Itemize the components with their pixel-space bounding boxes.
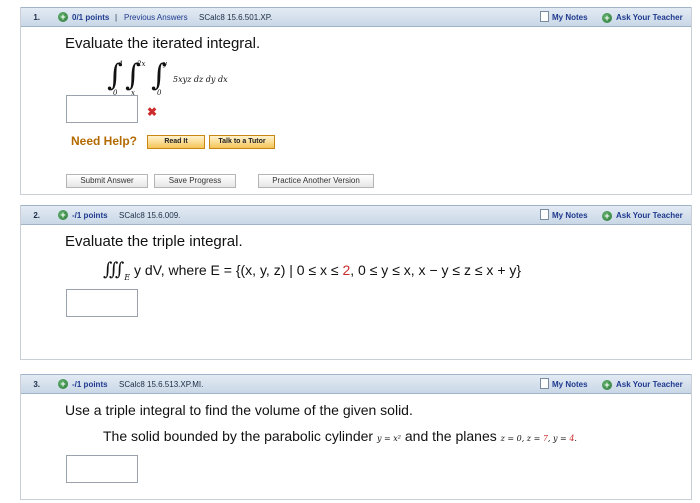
upper-limit-1: 1 bbox=[119, 60, 124, 68]
my-notes-button[interactable]: My Notes bbox=[540, 378, 588, 392]
question-prompt: Use a triple integral to find the volume… bbox=[65, 402, 413, 418]
expression-part-a: y dV, where E = {(x, y, z) | 0 ≤ x ≤ bbox=[134, 262, 343, 278]
answer-input[interactable] bbox=[66, 95, 138, 123]
expand-icon[interactable]: + bbox=[58, 379, 68, 389]
planes-end: . bbox=[574, 434, 577, 443]
separator: | bbox=[115, 13, 118, 22]
expand-icon[interactable]: + bbox=[58, 12, 68, 22]
region-subscript: E bbox=[124, 273, 131, 282]
my-notes-button[interactable]: My Notes bbox=[540, 11, 588, 25]
planes-part-b: , y = bbox=[547, 434, 570, 443]
read-it-button[interactable]: Read It bbox=[147, 135, 205, 149]
my-notes-button[interactable]: My Notes bbox=[540, 209, 588, 223]
expression-part-b: , 0 ≤ y ≤ x, x − y ≤ z ≤ x + y} bbox=[350, 262, 522, 278]
triple-integral-sign: ∭ bbox=[103, 259, 125, 280]
ask-teacher-button[interactable]: + Ask Your Teacher bbox=[602, 206, 683, 226]
description-part-a: The solid bounded by the parabolic cylin… bbox=[103, 428, 377, 444]
answer-input[interactable] bbox=[66, 289, 138, 317]
source-label: SCalc8 15.6.501.XP. bbox=[199, 13, 273, 22]
question-number: 2. bbox=[33, 211, 40, 220]
need-help-label: Need Help? bbox=[71, 134, 138, 148]
question-2-header: 2. + -/1 points SCalc8 15.6.009. My Note… bbox=[21, 205, 691, 225]
triple-integral-expression: ∭E y dV, where E = {(x, y, z) | 0 ≤ x ≤ … bbox=[103, 259, 521, 282]
answer-input[interactable] bbox=[66, 455, 138, 483]
question-3: 3. + -/1 points SCalc8 15.6.513.XP.MI. M… bbox=[20, 374, 692, 500]
save-progress-button[interactable]: Save Progress bbox=[154, 174, 236, 188]
planes-part-a: z = 0, z = bbox=[500, 434, 543, 443]
ask-plus-icon: + bbox=[602, 13, 612, 23]
question-prompt: Evaluate the iterated integral. bbox=[65, 35, 261, 52]
source-label: SCalc8 15.6.513.XP.MI. bbox=[119, 380, 204, 389]
upper-limit-2: 2x bbox=[137, 60, 146, 68]
lower-limit-3: 0 bbox=[157, 89, 162, 97]
points-label[interactable]: -/1 points bbox=[72, 375, 108, 395]
question-3-header: 3. + -/1 points SCalc8 15.6.513.XP.MI. M… bbox=[21, 374, 691, 394]
ask-plus-icon: + bbox=[602, 380, 612, 390]
ask-teacher-button[interactable]: + Ask Your Teacher bbox=[602, 375, 683, 395]
cylinder-equation: y = x² bbox=[376, 434, 401, 443]
points-label[interactable]: -/1 points bbox=[72, 206, 108, 226]
practice-another-version-button[interactable]: Practice Another Version bbox=[258, 174, 374, 188]
solid-description: The solid bounded by the parabolic cylin… bbox=[103, 428, 577, 444]
points-label[interactable]: 0/1 points bbox=[72, 8, 109, 28]
question-2: 2. + -/1 points SCalc8 15.6.009. My Note… bbox=[20, 205, 692, 360]
integrand: 5xyz dz dy dx bbox=[173, 75, 228, 84]
notes-icon bbox=[540, 11, 549, 22]
question-1: 1. + 0/1 points | Previous Answers SCalc… bbox=[20, 7, 692, 195]
notes-icon bbox=[540, 209, 549, 220]
submit-answer-button[interactable]: Submit Answer bbox=[66, 174, 148, 188]
previous-answers-link[interactable]: Previous Answers bbox=[124, 8, 188, 28]
ask-teacher-button[interactable]: + Ask Your Teacher bbox=[602, 8, 683, 28]
question-prompt: Evaluate the triple integral. bbox=[65, 233, 243, 250]
incorrect-icon: ✖ bbox=[147, 105, 158, 119]
question-number: 1. bbox=[33, 13, 40, 22]
question-1-header: 1. + 0/1 points | Previous Answers SCalc… bbox=[21, 7, 691, 27]
source-label: SCalc8 15.6.009. bbox=[119, 211, 181, 220]
description-part-b: and the planes bbox=[400, 428, 501, 444]
talk-to-tutor-button[interactable]: Talk to a Tutor bbox=[209, 135, 275, 149]
question-number: 3. bbox=[33, 380, 40, 389]
expand-icon[interactable]: + bbox=[58, 210, 68, 220]
upper-limit-3: y bbox=[163, 60, 167, 68]
notes-icon bbox=[540, 378, 549, 389]
ask-plus-icon: + bbox=[602, 211, 612, 221]
